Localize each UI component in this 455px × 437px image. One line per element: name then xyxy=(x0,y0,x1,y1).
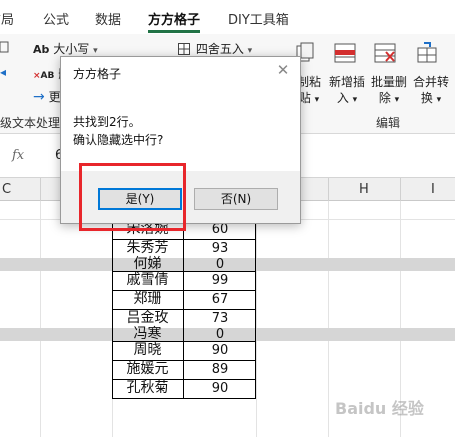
close-icon[interactable]: ✕ xyxy=(274,61,292,79)
watermark: Baidu 经验 xyxy=(335,399,424,418)
paste-edge-icon xyxy=(0,41,9,53)
chevron-down-icon: ▾ xyxy=(93,46,98,56)
tab-data[interactable]: 数据 xyxy=(95,9,121,28)
column-header-c[interactable]: C xyxy=(2,182,11,197)
batch-delete-icon xyxy=(374,43,396,63)
insert-button[interactable]: 新增插 入 ▾ xyxy=(327,74,367,108)
ab-delete-icon: ×AB xyxy=(33,71,55,81)
merge-convert-button[interactable]: 合并转 换 ▾ xyxy=(411,74,451,108)
fx-icon[interactable]: fx xyxy=(12,148,24,163)
insert-rows-icon xyxy=(334,43,356,63)
tab-formulas[interactable]: 公式 xyxy=(43,9,69,28)
dialog-title: 方方格子 xyxy=(73,67,122,81)
column-header-h[interactable]: H xyxy=(359,182,369,197)
insert-label-2: 入 ▾ xyxy=(336,91,358,105)
grid-vline xyxy=(328,201,329,437)
ribbon-left-cut xyxy=(0,40,14,54)
round-label: 四舍五入 xyxy=(195,42,244,56)
column-divider xyxy=(400,178,401,201)
column-header-i[interactable]: I xyxy=(431,182,435,197)
merge-label-1: 合并转 xyxy=(412,75,449,89)
batch-delete-label-1: 批量删 xyxy=(370,75,407,89)
column-divider xyxy=(40,178,41,201)
merge-label-2: 换 ▾ xyxy=(420,91,442,105)
group-label-edit: 编辑 xyxy=(376,116,401,130)
text-case-label: 大小写 xyxy=(53,42,90,56)
group-label-text-processing: 级文本处理 xyxy=(0,116,61,130)
dialog-message-line2: 确认隐藏选中行? xyxy=(73,133,164,147)
text-case-button[interactable]: Ab 大小写 ▾ xyxy=(33,40,98,57)
ribbon-tab-bar: 布局 公式 数据 方方格子 DIY工具箱 xyxy=(0,0,455,34)
column-divider xyxy=(328,178,329,201)
tab-layout[interactable]: 布局 xyxy=(0,9,14,28)
batch-delete-button[interactable]: 批量删 除 ▾ xyxy=(369,74,409,108)
round-icon xyxy=(178,43,190,55)
no-button[interactable]: 否(N) xyxy=(194,188,278,210)
merge-convert-icon xyxy=(417,42,437,63)
left-arrow-icon: ◂ xyxy=(0,65,7,79)
batch-delete-label-2: 除 ▾ xyxy=(378,91,400,105)
ab-icon: Ab xyxy=(33,43,50,56)
chevron-down-icon: ▾ xyxy=(247,46,253,56)
more-button[interactable]: → 更 xyxy=(33,88,61,105)
dialog-message-line1: 共找到2行。 xyxy=(73,115,141,129)
round-button[interactable]: 四舍五入 ▾ xyxy=(178,40,252,57)
arrow-right-icon: → xyxy=(33,89,45,105)
tab-fangfang[interactable]: 方方格子 xyxy=(148,9,200,28)
insert-label-1: 新增插 xyxy=(328,75,365,89)
tab-diy-toolbox[interactable]: DIY工具箱 xyxy=(228,9,289,28)
grid-vline xyxy=(40,201,41,437)
more-label: 更 xyxy=(48,90,61,104)
table-border xyxy=(112,220,256,399)
grid-vline xyxy=(256,201,257,437)
active-tab-indicator xyxy=(148,30,200,33)
highlight-box xyxy=(79,163,186,231)
